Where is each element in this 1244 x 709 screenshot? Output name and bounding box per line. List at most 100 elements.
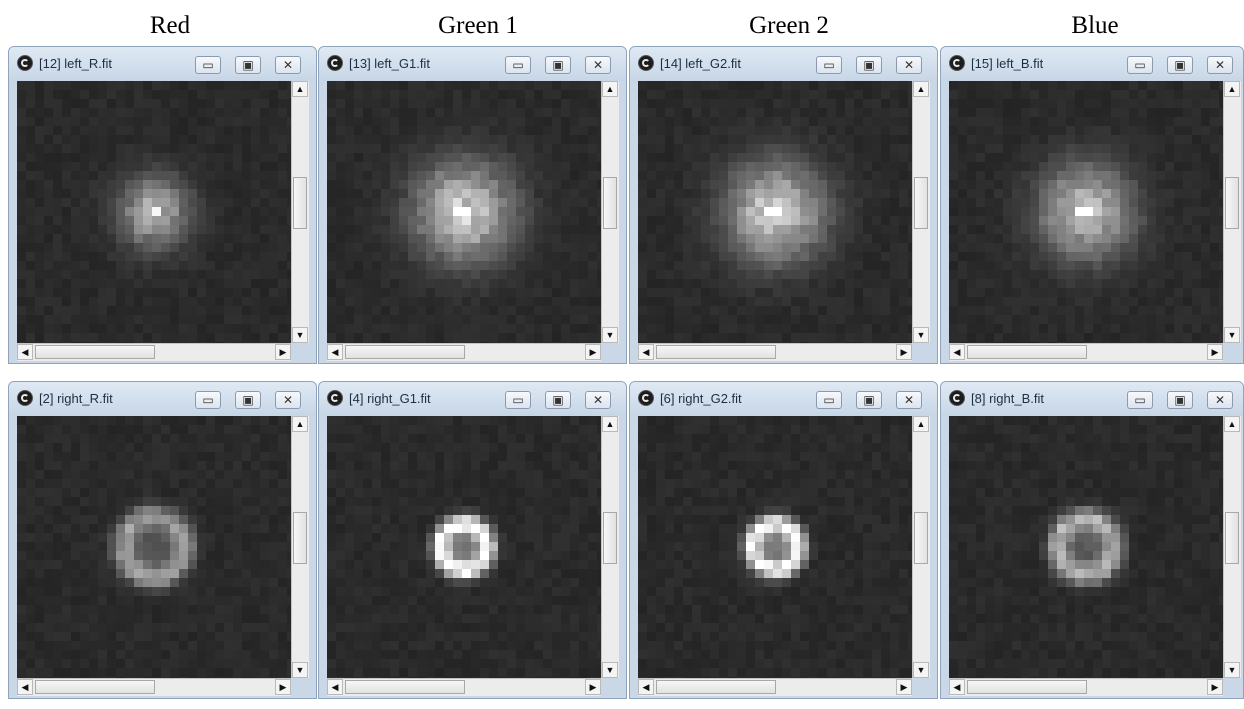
close-button[interactable]: ✕ (585, 391, 611, 409)
scroll-up-button[interactable]: ▲ (292, 81, 308, 97)
window-titlebar[interactable]: [15] left_B.fit ▭ ▣ ✕ (941, 47, 1243, 81)
scroll-left-button[interactable]: ◀ (327, 344, 343, 360)
scroll-right-button[interactable]: ▶ (896, 344, 912, 360)
window-titlebar[interactable]: [8] right_B.fit ▭ ▣ ✕ (941, 382, 1243, 416)
image-window[interactable]: [6] right_G2.fit ▭ ▣ ✕ ▲ ▼ ◀ ▶ (629, 381, 938, 699)
image-window[interactable]: [12] left_R.fit ▭ ▣ ✕ ▲ ▼ ◀ ▶ (8, 46, 317, 364)
app-logo-icon[interactable] (949, 55, 965, 71)
scroll-down-button[interactable]: ▼ (292, 662, 308, 678)
vertical-scrollbar[interactable]: ▲ ▼ (601, 416, 619, 678)
minimize-button[interactable]: ▭ (195, 391, 221, 409)
scroll-up-button[interactable]: ▲ (602, 81, 618, 97)
vertical-scrollbar[interactable]: ▲ ▼ (1223, 416, 1241, 678)
scroll-left-button[interactable]: ◀ (949, 344, 965, 360)
scroll-down-button[interactable]: ▼ (602, 327, 618, 343)
vertical-scroll-thumb[interactable] (603, 512, 617, 564)
scroll-left-button[interactable]: ◀ (17, 344, 33, 360)
vertical-scroll-thumb[interactable] (914, 177, 928, 229)
scroll-left-button[interactable]: ◀ (17, 679, 33, 695)
close-button[interactable]: ✕ (1207, 391, 1233, 409)
image-window[interactable]: [14] left_G2.fit ▭ ▣ ✕ ▲ ▼ ◀ ▶ (629, 46, 938, 364)
horizontal-scrollbar[interactable]: ◀ ▶ (17, 343, 291, 361)
close-button[interactable]: ✕ (275, 391, 301, 409)
horizontal-scroll-thumb[interactable] (345, 345, 465, 359)
maximize-button[interactable]: ▣ (856, 56, 882, 74)
minimize-button[interactable]: ▭ (505, 56, 531, 74)
scroll-up-button[interactable]: ▲ (1224, 81, 1240, 97)
close-button[interactable]: ✕ (896, 391, 922, 409)
fits-image-canvas[interactable] (327, 81, 601, 343)
horizontal-scroll-thumb[interactable] (967, 680, 1087, 694)
close-button[interactable]: ✕ (585, 56, 611, 74)
minimize-button[interactable]: ▭ (816, 391, 842, 409)
fits-image-canvas[interactable] (17, 81, 291, 343)
window-titlebar[interactable]: [4] right_G1.fit ▭ ▣ ✕ (319, 382, 626, 416)
app-logo-icon[interactable] (17, 55, 33, 71)
minimize-button[interactable]: ▭ (1127, 56, 1153, 74)
scroll-left-button[interactable]: ◀ (327, 679, 343, 695)
maximize-button[interactable]: ▣ (235, 56, 261, 74)
scroll-down-button[interactable]: ▼ (913, 662, 929, 678)
vertical-scroll-thumb[interactable] (914, 512, 928, 564)
maximize-button[interactable]: ▣ (235, 391, 261, 409)
scroll-down-button[interactable]: ▼ (913, 327, 929, 343)
scroll-left-button[interactable]: ◀ (638, 344, 654, 360)
vertical-scrollbar[interactable]: ▲ ▼ (912, 416, 930, 678)
scroll-right-button[interactable]: ▶ (275, 679, 291, 695)
horizontal-scroll-thumb[interactable] (656, 680, 776, 694)
vertical-scroll-thumb[interactable] (293, 177, 307, 229)
horizontal-scrollbar[interactable]: ◀ ▶ (638, 678, 912, 696)
fits-image-canvas[interactable] (327, 416, 601, 678)
close-button[interactable]: ✕ (896, 56, 922, 74)
scroll-right-button[interactable]: ▶ (585, 679, 601, 695)
app-logo-icon[interactable] (638, 55, 654, 71)
vertical-scrollbar[interactable]: ▲ ▼ (291, 81, 309, 343)
app-logo-icon[interactable] (949, 390, 965, 406)
horizontal-scroll-thumb[interactable] (656, 345, 776, 359)
fits-image-canvas[interactable] (17, 416, 291, 678)
vertical-scroll-thumb[interactable] (1225, 512, 1239, 564)
fits-image-canvas[interactable] (638, 416, 912, 678)
image-window[interactable]: [15] left_B.fit ▭ ▣ ✕ ▲ ▼ ◀ ▶ (940, 46, 1244, 364)
scroll-up-button[interactable]: ▲ (1224, 416, 1240, 432)
window-titlebar[interactable]: [14] left_G2.fit ▭ ▣ ✕ (630, 47, 937, 81)
horizontal-scrollbar[interactable]: ◀ ▶ (327, 343, 601, 361)
horizontal-scrollbar[interactable]: ◀ ▶ (17, 678, 291, 696)
minimize-button[interactable]: ▭ (816, 56, 842, 74)
horizontal-scrollbar[interactable]: ◀ ▶ (949, 678, 1223, 696)
app-logo-icon[interactable] (17, 390, 33, 406)
window-titlebar[interactable]: [12] left_R.fit ▭ ▣ ✕ (9, 47, 316, 81)
scroll-right-button[interactable]: ▶ (275, 344, 291, 360)
minimize-button[interactable]: ▭ (195, 56, 221, 74)
maximize-button[interactable]: ▣ (1167, 56, 1193, 74)
close-button[interactable]: ✕ (275, 56, 301, 74)
maximize-button[interactable]: ▣ (545, 391, 571, 409)
scroll-left-button[interactable]: ◀ (638, 679, 654, 695)
fits-image-canvas[interactable] (949, 81, 1223, 343)
vertical-scrollbar[interactable]: ▲ ▼ (291, 416, 309, 678)
horizontal-scroll-thumb[interactable] (967, 345, 1087, 359)
close-button[interactable]: ✕ (1207, 56, 1233, 74)
vertical-scroll-thumb[interactable] (293, 512, 307, 564)
scroll-down-button[interactable]: ▼ (1224, 327, 1240, 343)
scroll-down-button[interactable]: ▼ (292, 327, 308, 343)
image-window[interactable]: [8] right_B.fit ▭ ▣ ✕ ▲ ▼ ◀ ▶ (940, 381, 1244, 699)
scroll-up-button[interactable]: ▲ (913, 81, 929, 97)
horizontal-scrollbar[interactable]: ◀ ▶ (327, 678, 601, 696)
horizontal-scroll-thumb[interactable] (345, 680, 465, 694)
vertical-scroll-thumb[interactable] (603, 177, 617, 229)
window-titlebar[interactable]: [13] left_G1.fit ▭ ▣ ✕ (319, 47, 626, 81)
vertical-scrollbar[interactable]: ▲ ▼ (601, 81, 619, 343)
vertical-scroll-thumb[interactable] (1225, 177, 1239, 229)
image-window[interactable]: [13] left_G1.fit ▭ ▣ ✕ ▲ ▼ ◀ ▶ (318, 46, 627, 364)
app-logo-icon[interactable] (638, 390, 654, 406)
maximize-button[interactable]: ▣ (545, 56, 571, 74)
app-logo-icon[interactable] (327, 55, 343, 71)
minimize-button[interactable]: ▭ (1127, 391, 1153, 409)
scroll-right-button[interactable]: ▶ (585, 344, 601, 360)
vertical-scrollbar[interactable]: ▲ ▼ (1223, 81, 1241, 343)
horizontal-scroll-thumb[interactable] (35, 680, 155, 694)
maximize-button[interactable]: ▣ (856, 391, 882, 409)
fits-image-canvas[interactable] (638, 81, 912, 343)
image-window[interactable]: [4] right_G1.fit ▭ ▣ ✕ ▲ ▼ ◀ ▶ (318, 381, 627, 699)
